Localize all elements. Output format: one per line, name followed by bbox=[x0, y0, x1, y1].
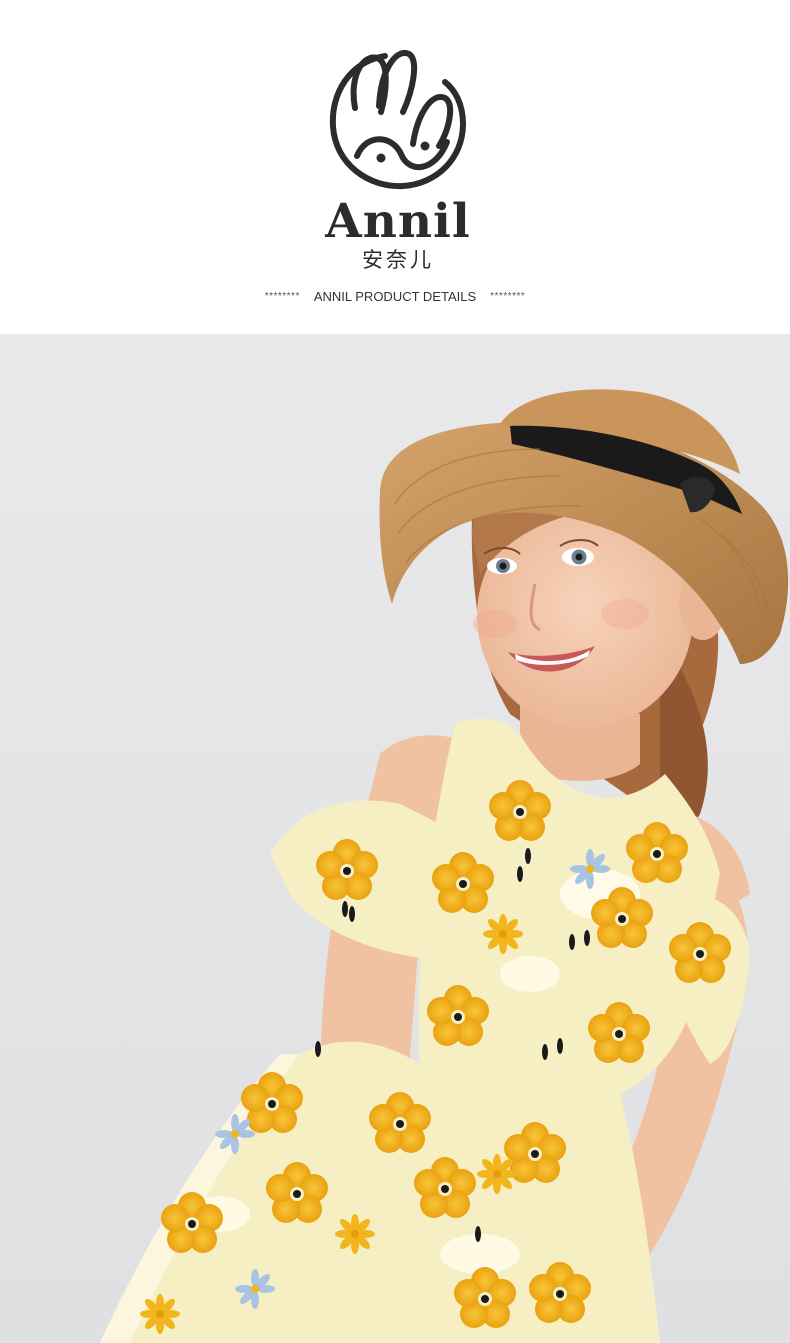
brand-name: Annil bbox=[325, 194, 471, 249]
decorative-stars-left: ******** bbox=[264, 290, 300, 302]
brand-name-chinese: 安奈儿 bbox=[362, 248, 434, 272]
brand-header: Annil 安奈儿 ******** ANNIL PRODUCT DETAILS… bbox=[0, 0, 790, 334]
rabbit-logo-icon bbox=[327, 46, 469, 192]
product-details-label: ANNIL PRODUCT DETAILS bbox=[313, 288, 477, 304]
decorative-stars-right: ******** bbox=[490, 290, 526, 302]
section-title: ******** ANNIL PRODUCT DETAILS ******** bbox=[0, 286, 790, 306]
product-detail-page: Annil 安奈儿 ******** ANNIL PRODUCT DETAILS… bbox=[0, 0, 790, 1343]
product-photo bbox=[0, 334, 790, 1343]
